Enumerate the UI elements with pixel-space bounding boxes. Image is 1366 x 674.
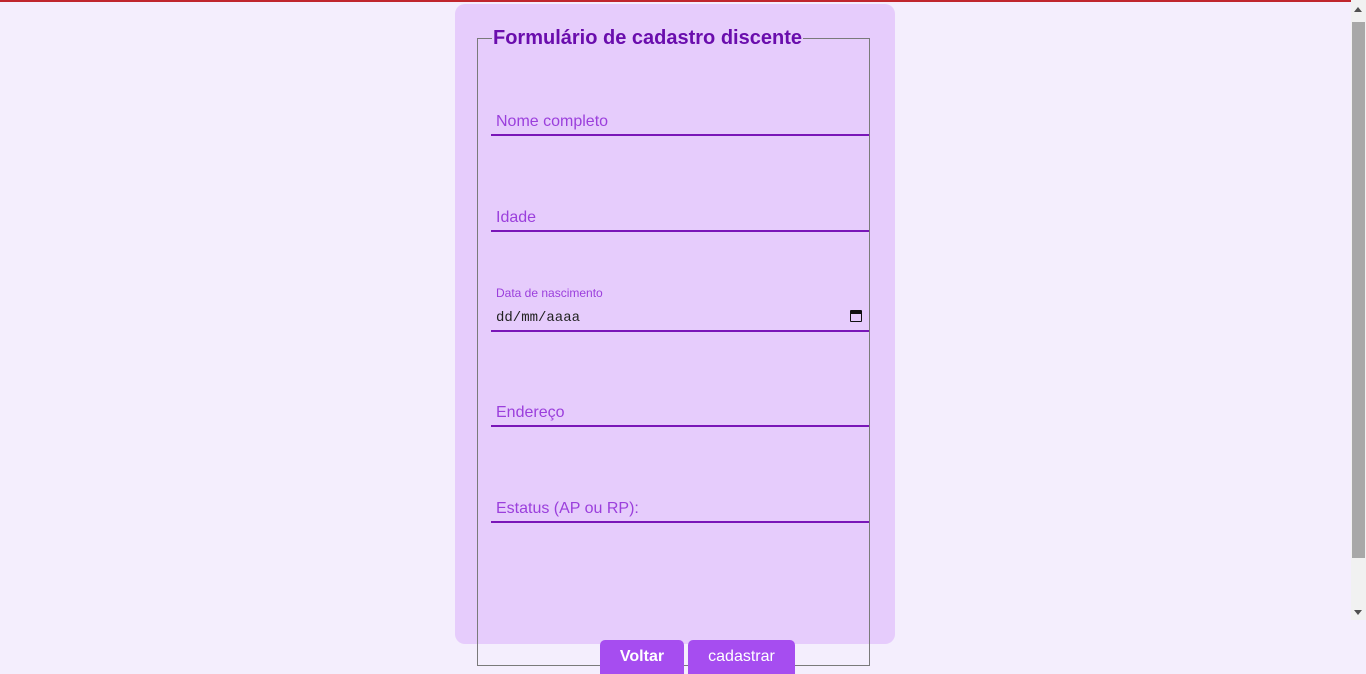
age-field xyxy=(491,206,869,232)
scroll-down-arrow-icon[interactable] xyxy=(1354,610,1362,615)
registration-fieldset: Formulário de cadastro discente Data de … xyxy=(477,26,870,674)
back-button[interactable]: Voltar xyxy=(600,640,684,674)
birth-date-label: Data de nascimento xyxy=(496,286,603,300)
browser-top-border xyxy=(0,0,1366,2)
birth-date-field[interactable]: dd/mm/aaaa xyxy=(491,306,869,332)
address-input[interactable] xyxy=(491,401,836,425)
address-field xyxy=(491,401,869,427)
full-name-input[interactable] xyxy=(491,110,836,134)
status-input[interactable] xyxy=(491,497,836,521)
scrollbar-thumb[interactable] xyxy=(1352,22,1365,558)
vertical-scrollbar[interactable] xyxy=(1351,0,1366,620)
register-button[interactable]: cadastrar xyxy=(688,640,795,674)
form-card: Formulário de cadastro discente Data de … xyxy=(455,4,895,674)
birth-date-value[interactable]: dd/mm/aaaa xyxy=(491,310,580,326)
calendar-icon[interactable] xyxy=(850,310,862,322)
full-name-field xyxy=(491,110,869,136)
form-title: Formulário de cadastro discente xyxy=(493,27,802,49)
status-field xyxy=(491,497,869,523)
scroll-up-arrow-icon[interactable] xyxy=(1354,7,1362,12)
age-input[interactable] xyxy=(491,206,836,230)
